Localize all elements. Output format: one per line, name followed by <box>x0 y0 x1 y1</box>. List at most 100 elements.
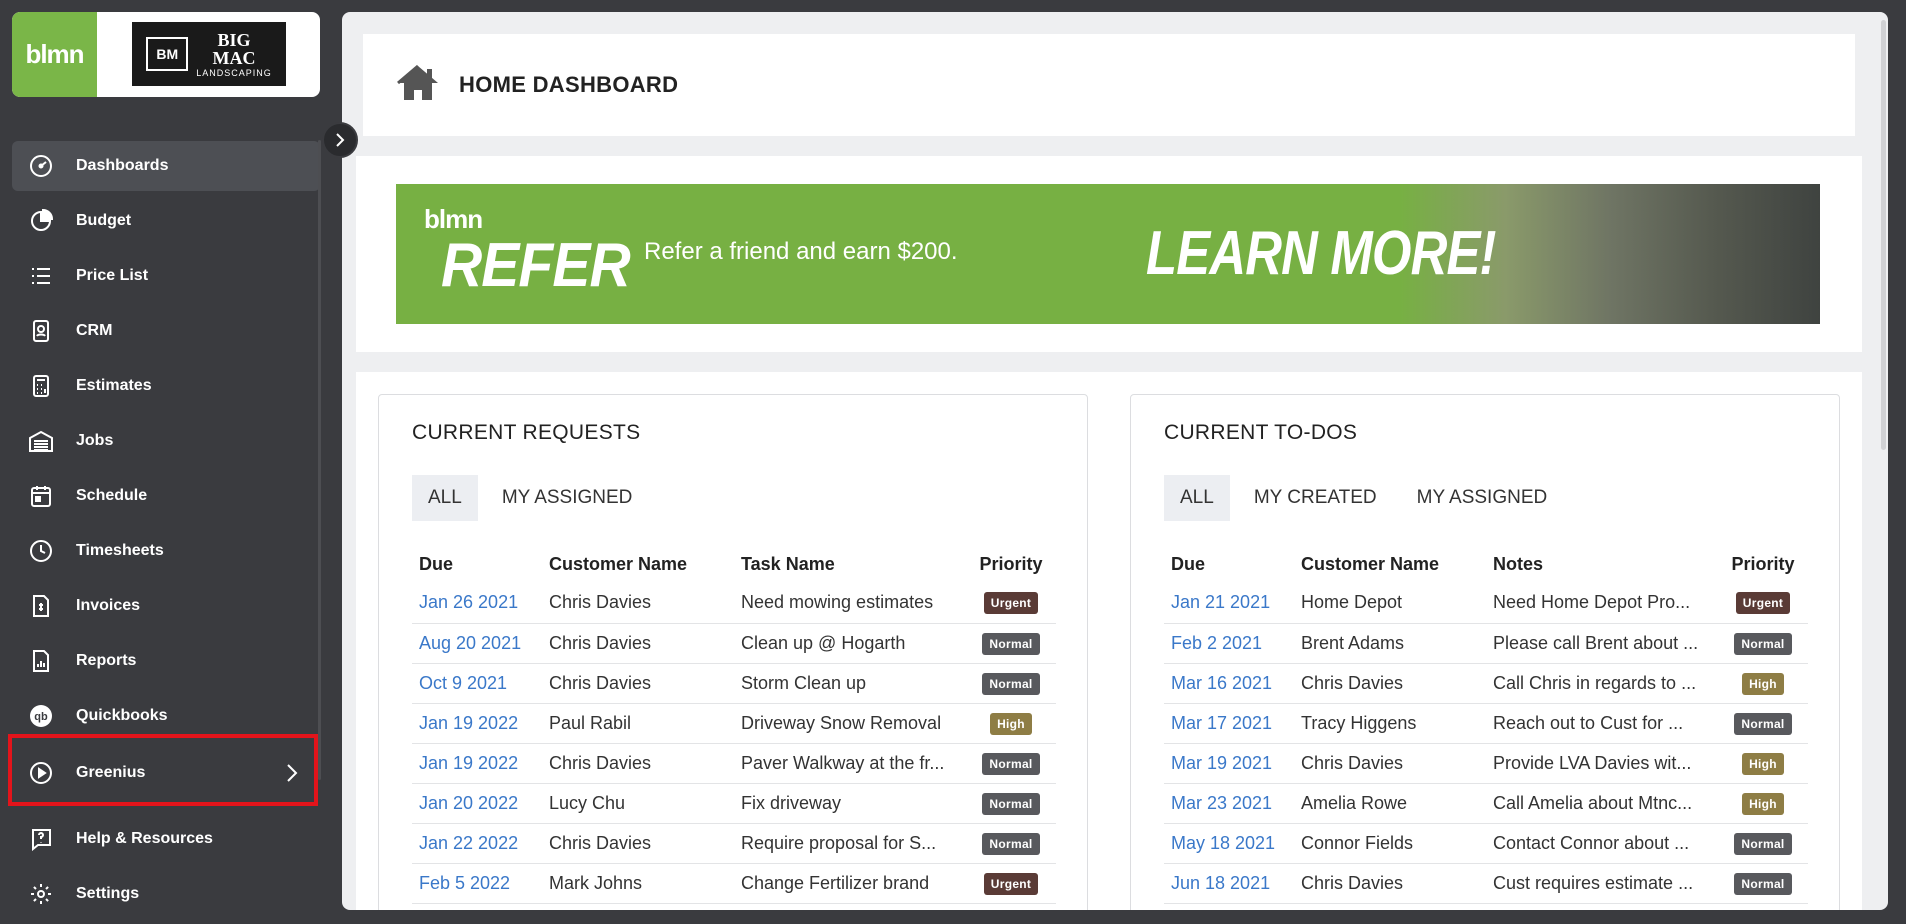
column-header[interactable]: Due <box>412 545 542 583</box>
sidebar-item-jobs[interactable]: Jobs <box>12 416 320 466</box>
due-date-link[interactable]: Jan 20 2022 <box>412 783 542 824</box>
due-date-link[interactable]: Feb 2 2021 <box>1164 623 1294 664</box>
due-date-link[interactable]: Jan 19 2022 <box>412 743 542 784</box>
company-logo-mark: BM <box>146 37 189 71</box>
table-row[interactable]: Mar 16 2021 Chris Davies Call Chris in reg… <box>1164 663 1808 704</box>
due-date-link[interactable]: Jan 26 2021 <box>412 583 542 624</box>
table-row[interactable]: Mar 19 2021 Chris Davies Provide LVA Davie… <box>1164 743 1808 784</box>
priority-badge: Normal <box>1734 872 1792 895</box>
column-header[interactable]: Priority <box>966 545 1056 583</box>
sidebar-item-label: Schedule <box>76 487 148 504</box>
table-row[interactable]: Mar 17 2021 Tracy Higgens Reach out to Cus… <box>1164 703 1808 744</box>
priority-cell: High <box>1718 783 1808 824</box>
due-date-link[interactable]: Oct 9 2021 <box>412 663 542 704</box>
sidebar-scrollbar[interactable] <box>318 140 321 780</box>
tab-my-assigned[interactable]: MY ASSIGNED <box>486 475 649 521</box>
table-row[interactable]: Jan 26 2021 Chris Davies Need mowing estim… <box>412 583 1056 624</box>
note-text: Provide LVA Davies wit... <box>1486 743 1718 784</box>
due-date-link[interactable]: Aug 20 2021 <box>412 623 542 664</box>
sidebar-item-invoices[interactable]: Invoices <box>12 581 320 631</box>
table-row[interactable]: Feb 2 2021 Brent Adams Please call Brent a… <box>1164 623 1808 664</box>
priority-cell: Normal <box>966 623 1056 664</box>
due-date-link[interactable]: Jan 22 2022 <box>412 823 542 864</box>
refer-banner[interactable]: blmn REFER Refer a friend and earn $200.… <box>396 184 1820 324</box>
due-date-link[interactable]: Mar 17 2021 <box>1164 703 1294 744</box>
table-row[interactable]: Jan 22 2022 Chris Davies Require proposal … <box>412 823 1056 864</box>
sidebar-item-dashboards[interactable]: Dashboards <box>12 141 320 191</box>
priority-cell: Normal <box>1718 703 1808 744</box>
list-icon <box>24 259 58 293</box>
sidebar-item-label: Jobs <box>76 432 114 449</box>
table-row[interactable]: Oct 9 2021 Chris Davies Storm Clean up Norm… <box>412 663 1056 704</box>
table-row[interactable]: Feb 5 2022 Mark Johns Change Fertilizer br… <box>412 863 1056 904</box>
lmn-logo[interactable]: blmn <box>12 12 97 97</box>
priority-cell: Normal <box>1718 863 1808 904</box>
priority-badge: Urgent <box>1735 592 1791 615</box>
sidebar-item-timesheets[interactable]: Timesheets <box>12 526 320 576</box>
note-text: Reach out to Cust for ... <box>1486 703 1718 744</box>
pie-chart-icon <box>24 204 58 238</box>
due-date-link[interactable]: Mar 23 2021 <box>1164 783 1294 824</box>
report-icon <box>24 644 58 678</box>
column-header[interactable]: Customer Name <box>1294 545 1486 583</box>
sidebar-item-label: Dashboards <box>76 157 169 174</box>
main-scrollbar[interactable] <box>1881 20 1886 450</box>
due-date-link[interactable]: Jan 19 2022 <box>412 703 542 744</box>
banner-learn-more[interactable]: LEARN MORE! <box>1146 218 1496 289</box>
due-date-link[interactable]: Mar 19 2021 <box>1164 743 1294 784</box>
table-row[interactable]: Aug 20 2021 Chris Davies Clean up @ Hogart… <box>412 623 1056 664</box>
task-name: Clean up @ Hogarth <box>734 623 966 664</box>
table-row[interactable]: Jan 19 2022 Paul Rabil Driveway Snow Remov… <box>412 703 1056 744</box>
table-row[interactable]: Jan 20 2022 Lucy Chu Fix driveway Normal <box>412 783 1056 824</box>
column-header[interactable]: Priority <box>1718 545 1808 583</box>
column-header[interactable]: Due <box>1164 545 1294 583</box>
sidebar-item-label: Price List <box>76 267 149 284</box>
customer-name: Chris Davies <box>542 743 734 784</box>
tab-all[interactable]: ALL <box>1164 475 1230 521</box>
priority-badge: Normal <box>1734 632 1792 655</box>
page-header: HOME DASHBOARD <box>363 34 1855 136</box>
tab-all[interactable]: ALL <box>412 475 478 521</box>
sidebar-item-schedule[interactable]: Schedule <box>12 471 320 521</box>
column-header[interactable]: Notes <box>1486 545 1718 583</box>
priority-badge: Normal <box>982 832 1040 855</box>
due-date-link[interactable]: Feb 5 2022 <box>412 863 542 904</box>
table-row[interactable]: May 18 2021 Connor Fields Contact Connor a… <box>1164 823 1808 864</box>
due-date-link[interactable]: Mar 16 2021 <box>1164 663 1294 704</box>
customer-name: Lucy Chu <box>542 783 734 824</box>
sidebar-item-label: Reports <box>76 652 137 669</box>
priority-cell: Urgent <box>966 583 1056 624</box>
table-row[interactable]: Mar 23 2021 Amelia Rowe Call Amelia about … <box>1164 783 1808 824</box>
page-title: HOME DASHBOARD <box>459 72 679 97</box>
customer-name: Tracy Higgens <box>1294 703 1486 744</box>
tab-my-created[interactable]: MY CREATED <box>1238 475 1393 521</box>
sidebar-item-budget[interactable]: Budget <box>12 196 320 246</box>
priority-badge: Normal <box>1734 712 1792 735</box>
customer-name: Connor Fields <box>1294 823 1486 864</box>
column-header[interactable]: Customer Name <box>542 545 734 583</box>
priority-cell: Normal <box>1718 823 1808 864</box>
customer-name: Chris Davies <box>542 823 734 864</box>
sidebar-item-settings[interactable]: Settings <box>12 869 320 919</box>
sidebar-item-help[interactable]: Help & Resources <box>12 814 320 864</box>
column-header[interactable]: Task Name <box>734 545 966 583</box>
table-row[interactable]: Jan 19 2022 Chris Davies Paver Walkway at … <box>412 743 1056 784</box>
due-date-link[interactable]: Jun 18 2021 <box>1164 863 1294 904</box>
sidebar-item-label: Budget <box>76 212 132 229</box>
greenius-highlight-box <box>8 734 318 806</box>
calculator-icon <box>24 369 58 403</box>
sidebar-item-estimates[interactable]: Estimates <box>12 361 320 411</box>
due-date-link[interactable]: Jan 21 2021 <box>1164 583 1294 624</box>
sidebar-item-reports[interactable]: Reports <box>12 636 320 686</box>
customer-name: Chris Davies <box>542 623 734 664</box>
sidebar-item-crm[interactable]: CRM <box>12 306 320 356</box>
priority-cell: Urgent <box>1718 583 1808 624</box>
due-date-link[interactable]: May 18 2021 <box>1164 823 1294 864</box>
tab-my-assigned[interactable]: MY ASSIGNED <box>1401 475 1564 521</box>
sidebar-item-label: Settings <box>76 885 140 902</box>
sidebar-item-price-list[interactable]: Price List <box>12 251 320 301</box>
sidebar-collapse-button[interactable] <box>322 122 358 158</box>
sidebar-item-label: Invoices <box>76 597 141 614</box>
table-row[interactable]: Jan 21 2021 Home Depot Need Home Depot Pro… <box>1164 583 1808 624</box>
table-row[interactable]: Jun 18 2021 Chris Davies Cust requires est… <box>1164 863 1808 904</box>
